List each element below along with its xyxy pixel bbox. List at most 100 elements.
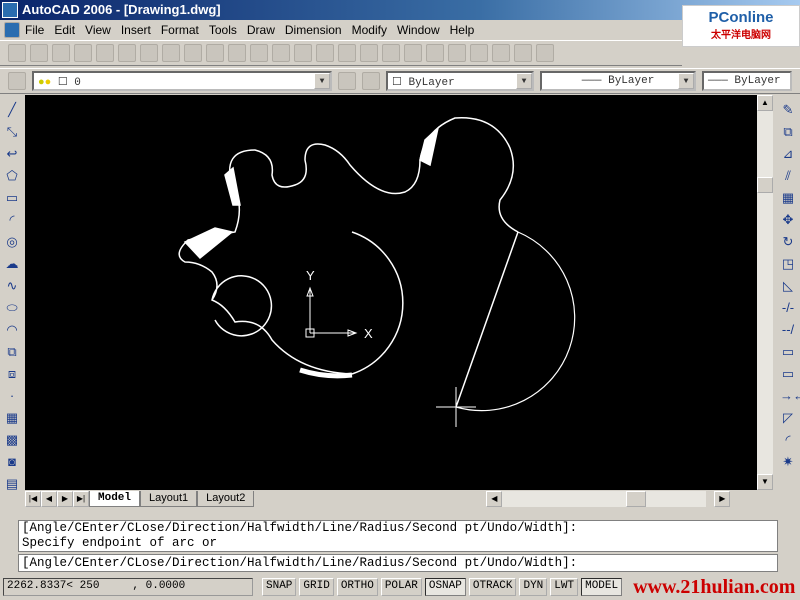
dyn-button[interactable]: DYN: [519, 578, 548, 596]
insert-block-icon[interactable]: ⧉: [4, 343, 20, 361]
rectangle-icon[interactable]: ▭: [4, 189, 20, 207]
polygon-icon[interactable]: ⬠: [4, 167, 20, 185]
drawing-canvas[interactable]: Y X: [25, 95, 757, 490]
tab-layout2[interactable]: Layout2: [197, 491, 255, 507]
chamfer-icon[interactable]: ◸: [780, 409, 796, 427]
spline-icon[interactable]: ∿: [4, 277, 20, 295]
menu-modify[interactable]: Modify: [347, 23, 392, 37]
pan-icon[interactable]: [294, 44, 312, 62]
zoom-window-icon[interactable]: [338, 44, 356, 62]
lwt-button[interactable]: LWT: [550, 578, 579, 596]
paste-icon[interactable]: [184, 44, 202, 62]
menu-insert[interactable]: Insert: [116, 23, 156, 37]
copy-object-icon[interactable]: ⧉: [780, 123, 796, 141]
grid-button[interactable]: GRID: [299, 578, 334, 596]
horizontal-scrollbar[interactable]: ◀: [486, 491, 707, 507]
redo-icon[interactable]: [272, 44, 290, 62]
layer-previous-icon[interactable]: [362, 72, 380, 90]
arc-icon[interactable]: ◜: [4, 211, 20, 229]
ellipse-arc-icon[interactable]: ◠: [4, 321, 20, 339]
array-icon[interactable]: ▦: [780, 189, 796, 207]
menu-tools[interactable]: Tools: [204, 23, 242, 37]
menu-view[interactable]: View: [80, 23, 116, 37]
menu-dimension[interactable]: Dimension: [280, 23, 347, 37]
color-dropdown[interactable]: ☐ ByLayer ▼: [386, 71, 534, 91]
ellipse-icon[interactable]: ⬭: [4, 299, 20, 317]
layer-dropdown[interactable]: ●● ☐ 0 ▼: [32, 71, 332, 91]
snap-button[interactable]: SNAP: [262, 578, 297, 596]
table-icon[interactable]: ▤: [4, 475, 20, 493]
lineweight-dropdown[interactable]: ——— ByLayer: [702, 71, 792, 91]
explode-icon[interactable]: ✷: [780, 453, 796, 471]
sheet-set-icon[interactable]: [448, 44, 466, 62]
scroll-thumb[interactable]: [757, 177, 773, 193]
menu-help[interactable]: Help: [445, 23, 480, 37]
publish-icon[interactable]: [118, 44, 136, 62]
prev-tab-button[interactable]: ◀: [41, 491, 57, 507]
break-icon[interactable]: ▭: [780, 365, 796, 383]
open-icon[interactable]: [30, 44, 48, 62]
point-icon[interactable]: ·: [4, 387, 20, 405]
tool-palettes-icon[interactable]: [426, 44, 444, 62]
stretch-icon[interactable]: ◺: [780, 277, 796, 295]
calculator-icon[interactable]: [492, 44, 510, 62]
zoom-previous-icon[interactable]: [360, 44, 378, 62]
properties-icon[interactable]: [382, 44, 400, 62]
break-at-point-icon[interactable]: ▭: [780, 343, 796, 361]
gradient-icon[interactable]: ▩: [4, 431, 20, 449]
text-style-icon[interactable]: [536, 44, 554, 62]
preview-icon[interactable]: [96, 44, 114, 62]
polyline-icon[interactable]: ↩: [4, 145, 20, 163]
move-icon[interactable]: ✥: [780, 211, 796, 229]
document-icon[interactable]: [4, 22, 20, 38]
linetype-dropdown[interactable]: ——— ByLayer ▼: [540, 71, 696, 91]
next-tab-button[interactable]: ▶: [57, 491, 73, 507]
rotate-icon[interactable]: ↻: [780, 233, 796, 251]
match-properties-icon[interactable]: [206, 44, 224, 62]
region-icon[interactable]: ◙: [4, 453, 20, 471]
last-tab-button[interactable]: ▶|: [73, 491, 89, 507]
make-current-layer-icon[interactable]: [338, 72, 356, 90]
tab-model[interactable]: Model: [89, 491, 141, 507]
menu-file[interactable]: File: [20, 23, 49, 37]
menu-edit[interactable]: Edit: [49, 23, 80, 37]
scroll-down-button[interactable]: ▼: [757, 474, 773, 490]
polar-button[interactable]: POLAR: [380, 578, 422, 596]
markup-icon[interactable]: [470, 44, 488, 62]
tab-layout1[interactable]: Layout1: [140, 491, 198, 507]
block-editor-icon[interactable]: [228, 44, 246, 62]
fillet-icon[interactable]: ◜: [780, 431, 796, 449]
model-button[interactable]: MODEL: [581, 578, 623, 596]
join-icon[interactable]: →←: [780, 387, 800, 405]
construction-line-icon[interactable]: ⤡: [4, 123, 20, 141]
revision-cloud-icon[interactable]: ☁: [4, 255, 20, 273]
circle-icon[interactable]: ◎: [4, 233, 20, 251]
print-icon[interactable]: [74, 44, 92, 62]
design-center-icon[interactable]: [404, 44, 422, 62]
copy-icon[interactable]: [162, 44, 180, 62]
command-line-input[interactable]: [Angle/CEnter/CLose/Direction/Halfwidth/…: [18, 554, 778, 572]
new-icon[interactable]: [8, 44, 26, 62]
layer-manager-icon[interactable]: [8, 72, 26, 90]
ortho-button[interactable]: ORTHO: [336, 578, 378, 596]
scale-icon[interactable]: ◳: [780, 255, 796, 273]
help-icon[interactable]: [514, 44, 532, 62]
undo-icon[interactable]: [250, 44, 268, 62]
extend-icon[interactable]: --/: [780, 321, 796, 339]
menu-draw[interactable]: Draw: [242, 23, 280, 37]
first-tab-button[interactable]: |◀: [25, 491, 41, 507]
otrack-button[interactable]: OTRACK: [468, 578, 517, 596]
hatch-icon[interactable]: ▦: [4, 409, 20, 427]
vertical-scrollbar[interactable]: ▲ ▼: [757, 95, 773, 490]
save-icon[interactable]: [52, 44, 70, 62]
erase-icon[interactable]: ✎: [780, 101, 796, 119]
cut-icon[interactable]: [140, 44, 158, 62]
scroll-up-button[interactable]: ▲: [757, 95, 773, 111]
offset-icon[interactable]: ⫽: [780, 167, 796, 185]
line-icon[interactable]: ╱: [4, 101, 20, 119]
trim-icon[interactable]: -/-: [780, 299, 796, 317]
mirror-icon[interactable]: ⊿: [780, 145, 796, 163]
menu-format[interactable]: Format: [156, 23, 204, 37]
menu-window[interactable]: Window: [392, 23, 445, 37]
osnap-button[interactable]: OSNAP: [424, 578, 466, 596]
